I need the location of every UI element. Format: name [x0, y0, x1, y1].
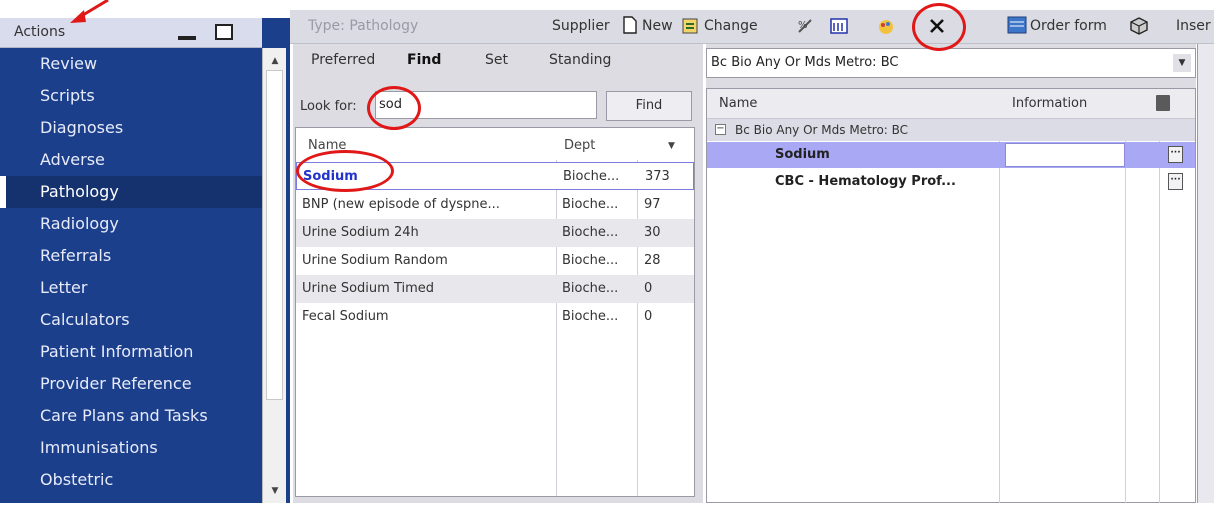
supplier-button[interactable]: Supplier [552, 18, 610, 34]
order-pane: Bc Bio Any Or Mds Metro: BC ▼ Name Infor… [706, 44, 1196, 503]
column-header-information[interactable]: Information [1012, 96, 1087, 111]
actions-header: Actions [0, 18, 262, 48]
calendar-icon[interactable] [828, 16, 850, 38]
row-dept: Bioche... [562, 253, 619, 268]
chevron-down-icon[interactable]: ▼ [1173, 54, 1191, 72]
row-count: 0 [644, 281, 653, 296]
new-button[interactable]: New [642, 18, 673, 34]
insert-button[interactable]: Inser [1176, 18, 1211, 34]
row-dept: Bioche... [562, 281, 619, 296]
order-form-icon[interactable] [1006, 16, 1028, 38]
nav-item-care-plans[interactable]: Care Plans and Tasks [0, 400, 262, 432]
scroll-down-icon[interactable]: ▼ [263, 484, 287, 498]
information-input[interactable] [1005, 143, 1125, 167]
row-dept: Bioche... [562, 197, 619, 212]
type-label: Type: Pathology [308, 18, 419, 34]
group-row[interactable]: − Bc Bio Any Or Mds Metro: BC [707, 119, 1195, 141]
nav-item-patient-information[interactable]: Patient Information [0, 336, 262, 368]
table-row[interactable]: Urine Sodium Timed Bioche... 0 [296, 275, 694, 303]
document-icon[interactable] [1156, 95, 1170, 111]
more-options-button[interactable]: ··· [1168, 173, 1183, 190]
tab-standing[interactable]: Standing [549, 52, 611, 68]
row-dept: Bioche... [563, 169, 620, 184]
column-header-dept[interactable]: Dept [564, 138, 595, 153]
table-row[interactable]: BNP (new episode of dyspne... Bioche... … [296, 191, 694, 219]
package-icon[interactable] [1128, 16, 1150, 38]
find-button[interactable]: Find [606, 91, 692, 121]
column-header-name[interactable]: Name [719, 96, 757, 111]
row-count: 0 [644, 309, 653, 324]
row-name: Fecal Sodium [302, 309, 389, 324]
nav-item-adverse[interactable]: Adverse [0, 144, 262, 176]
row-dept: Bioche... [562, 225, 619, 240]
annotation-circle-search [367, 86, 421, 130]
column-divider [1159, 141, 1160, 503]
row-count: 97 [644, 197, 661, 212]
right-panel-edge [1197, 44, 1214, 503]
nav-item-diagnoses[interactable]: Diagnoses [0, 112, 262, 144]
order-row[interactable]: CBC - Hematology Prof... ··· [707, 169, 1195, 195]
row-name: Urine Sodium Timed [302, 281, 435, 296]
sort-dropdown-icon[interactable]: ▼ [668, 141, 675, 151]
tab-find[interactable]: Find [407, 52, 441, 68]
nav-item-obstetric[interactable]: Obstetric [0, 464, 262, 496]
actions-title: Actions [14, 24, 66, 40]
table-row[interactable]: Fecal Sodium Bioche... 0 [296, 303, 694, 331]
order-form-button[interactable]: Order form [1030, 18, 1107, 34]
nav-item-referrals[interactable]: Referrals [0, 240, 262, 272]
lab-select-value: Bc Bio Any Or Mds Metro: BC [711, 55, 899, 70]
nav-item-scripts[interactable]: Scripts [0, 80, 262, 112]
annotation-arrow-icon [60, 0, 110, 28]
lab-select[interactable]: Bc Bio Any Or Mds Metro: BC ▼ [706, 48, 1196, 78]
row-name: BNP (new episode of dyspne... [302, 197, 500, 212]
actions-nav-list: Review Scripts Diagnoses Adverse Patholo… [0, 48, 262, 496]
svg-text:%: % [798, 20, 808, 31]
row-dept: Bioche... [562, 309, 619, 324]
nav-item-provider-reference[interactable]: Provider Reference [0, 368, 262, 400]
find-pane: Preferred Find Set Standing Look for: so… [293, 44, 703, 503]
change-button[interactable]: Change [704, 18, 758, 34]
order-row-name: Sodium [775, 147, 830, 162]
lookfor-label: Look for: [300, 99, 357, 114]
nav-item-immunisations[interactable]: Immunisations [0, 432, 262, 464]
row-count: 30 [644, 225, 661, 240]
change-icon[interactable] [680, 16, 702, 38]
nav-item-calculators[interactable]: Calculators [0, 304, 262, 336]
nav-item-letter[interactable]: Letter [0, 272, 262, 304]
more-options-button[interactable]: ··· [1168, 146, 1183, 163]
group-label: Bc Bio Any Or Mds Metro: BC [735, 123, 909, 137]
collapse-icon[interactable]: − [715, 124, 726, 135]
palette-icon[interactable] [875, 16, 897, 38]
annotation-circle-delete [912, 3, 966, 51]
order-table-header: Name Information [707, 89, 1195, 119]
nav-item-review[interactable]: Review [0, 48, 262, 80]
maximize-icon[interactable] [215, 24, 233, 40]
row-name: Urine Sodium 24h [302, 225, 419, 240]
order-table: Name Information − Bc Bio Any Or Mds Met… [706, 88, 1196, 503]
column-divider [1125, 141, 1126, 503]
table-row[interactable]: Urine Sodium 24h Bioche... 30 [296, 219, 694, 247]
tab-set[interactable]: Set [485, 52, 508, 68]
nav-item-pathology[interactable]: Pathology [0, 176, 262, 208]
nav-scrollbar[interactable]: ▲ ▼ [262, 48, 286, 503]
scroll-up-icon[interactable]: ▲ [263, 54, 287, 68]
order-row-name: CBC - Hematology Prof... [775, 174, 956, 189]
row-count: 373 [645, 169, 670, 184]
edit-icon[interactable]: % [795, 16, 817, 38]
order-row[interactable]: Sodium ··· [707, 142, 1195, 168]
scroll-thumb[interactable] [266, 70, 283, 400]
minimize-icon[interactable] [178, 36, 196, 40]
nav-item-radiology[interactable]: Radiology [0, 208, 262, 240]
row-count: 28 [644, 253, 661, 268]
row-name: Urine Sodium Random [302, 253, 448, 268]
toolbar: Type: Pathology Supplier New Change % Or… [290, 10, 1214, 44]
new-document-icon[interactable] [622, 16, 638, 38]
tab-preferred[interactable]: Preferred [311, 52, 375, 68]
annotation-circle-sodium [296, 150, 394, 192]
column-divider [999, 141, 1000, 503]
table-row[interactable]: Urine Sodium Random Bioche... 28 [296, 247, 694, 275]
actions-panel: Actions Review Scripts Diagnoses Adverse… [0, 18, 290, 503]
